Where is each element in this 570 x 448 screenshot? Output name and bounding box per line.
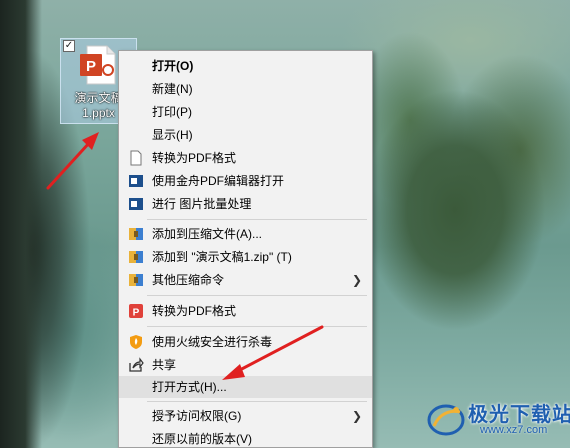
menu-item-label: 使用金舟PDF编辑器打开: [152, 174, 285, 188]
huorong-shield-icon: [130, 335, 142, 349]
menu-item-label: 进行 图片批量处理: [152, 197, 252, 211]
menu-item-label: 使用火绒安全进行杀毒: [152, 335, 273, 349]
menu-separator: [147, 295, 367, 296]
menu-item-convert-pdf-2[interactable]: P 转换为PDF格式: [119, 300, 372, 322]
menu-item-show[interactable]: 显示(H): [119, 124, 372, 146]
pdf-editor-icon: [129, 175, 143, 187]
menu-item-label: 转换为PDF格式: [152, 151, 237, 165]
menu-item-image-batch[interactable]: 进行 图片批量处理: [119, 193, 372, 215]
menu-separator: [147, 401, 367, 402]
menu-item-open-with[interactable]: 打开方式(H)...: [119, 376, 372, 398]
menu-item-label: 添加到 "演示文稿1.zip" (T): [152, 250, 292, 264]
archive-icon: [129, 274, 143, 286]
menu-item-new[interactable]: 新建(N): [119, 78, 372, 100]
aurora-logo-icon: [427, 404, 465, 436]
selection-checkbox[interactable]: ✓: [63, 40, 75, 52]
watermark: 极光下载站 www.xz7.com: [418, 396, 570, 444]
menu-item-label: 显示(H): [152, 128, 193, 142]
menu-item-label: 新建(N): [152, 82, 193, 96]
watermark-title: 极光下载站: [468, 402, 570, 426]
wallpaper-tree-trunk: [0, 0, 42, 448]
menu-item-open-pdf-editor[interactable]: 使用金舟PDF编辑器打开: [119, 170, 372, 192]
submenu-chevron-icon: ❯: [351, 409, 362, 423]
menu-item-label: 打开(O): [152, 59, 194, 73]
menu-separator: [147, 219, 367, 220]
menu-separator: [147, 326, 367, 327]
menu-item-restore-versions[interactable]: 还原以前的版本(V): [119, 428, 372, 447]
menu-item-print[interactable]: 打印(P): [119, 101, 372, 123]
menu-item-share[interactable]: 共享: [119, 354, 372, 376]
context-menu: 打开(O) 新建(N) 打印(P) 显示(H) 转换为PDF格式 使用金舟PDF…: [118, 50, 373, 448]
watermark-url: www.xz7.com: [480, 424, 548, 436]
menu-item-label: 其他压缩命令: [152, 273, 225, 287]
submenu-chevron-icon: ❯: [351, 273, 362, 287]
image-batch-icon: [129, 198, 143, 210]
svg-text:P: P: [86, 58, 96, 75]
archive-icon: [129, 228, 143, 240]
powerpoint-file-icon: P: [80, 45, 116, 85]
pdf-convert-icon: P: [129, 304, 143, 319]
menu-item-label: 打开方式(H)...: [152, 380, 227, 394]
document-icon: [130, 150, 142, 166]
menu-item-add-zip[interactable]: 添加到 "演示文稿1.zip" (T): [119, 246, 372, 268]
archive-icon: [129, 251, 143, 263]
menu-item-add-archive[interactable]: 添加到压缩文件(A)...: [119, 223, 372, 245]
menu-item-convert-pdf-1[interactable]: 转换为PDF格式: [119, 147, 372, 169]
menu-item-other-compress[interactable]: 其他压缩命令 ❯: [119, 269, 372, 291]
menu-item-label: 添加到压缩文件(A)...: [152, 227, 262, 241]
menu-item-label: 授予访问权限(G): [152, 409, 242, 423]
menu-item-label: 转换为PDF格式: [152, 304, 237, 318]
menu-item-grant-access[interactable]: 授予访问权限(G) ❯: [119, 405, 372, 427]
menu-item-open[interactable]: 打开(O): [119, 55, 372, 77]
menu-item-label: 共享: [152, 358, 177, 372]
menu-item-huorong-scan[interactable]: 使用火绒安全进行杀毒: [119, 331, 372, 353]
menu-item-label: 还原以前的版本(V): [152, 432, 252, 446]
svg-text:P: P: [133, 308, 140, 319]
share-icon: [129, 357, 144, 372]
menu-item-label: 打印(P): [152, 105, 192, 119]
